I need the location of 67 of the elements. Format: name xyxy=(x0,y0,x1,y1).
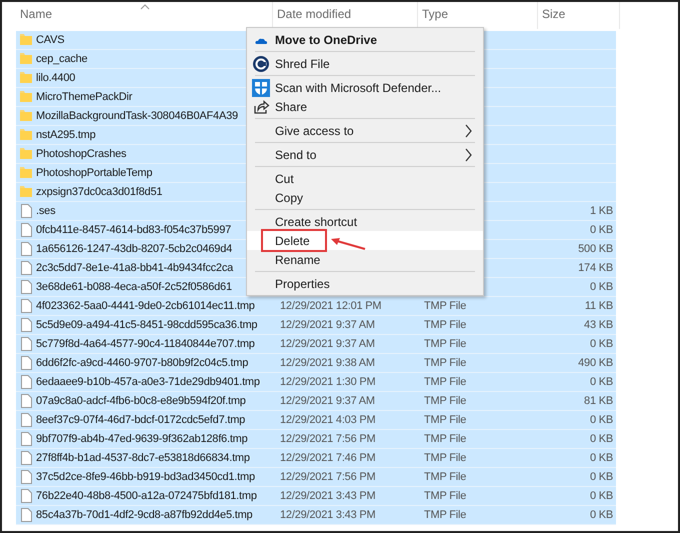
file-name: 6dd6f2fc-a9cd-4460-9707-b80b9f2c04c5.tmp xyxy=(36,357,248,369)
date-modified: 12/29/2021 9:37 AM xyxy=(280,395,375,407)
date-modified: 12/29/2021 9:38 AM xyxy=(280,357,375,369)
file-size: 0 KB xyxy=(590,281,613,293)
file-type: TMP File xyxy=(424,490,466,502)
file-type: TMP File xyxy=(424,395,466,407)
file-name: nstA295.tmp xyxy=(36,129,96,141)
file-size: 11 KB xyxy=(584,300,613,312)
file-size: 0 KB xyxy=(590,509,613,521)
file-name: 37c5d2ce-8fe9-46bb-b919-bd3ad3450cd1.tmp xyxy=(36,471,255,483)
file-name: 5c5d9e09-a494-41c5-8451-98cdd595ca36.tmp xyxy=(36,319,258,331)
date-modified: 12/29/2021 4:03 PM xyxy=(280,414,376,426)
file-name: PhotoshopPortableTemp xyxy=(36,167,152,179)
file-name: 1a656126-1247-43db-8207-5cb2c0469d4 xyxy=(36,243,232,255)
file-type: TMP File xyxy=(424,319,466,331)
file-name: 07a9c8a0-adcf-4fb6-b0c8-e8e9b594f20f.tmp xyxy=(36,395,246,407)
file-name: 8eef37c9-07f4-46d7-bdcf-0172cdc5efd7.tmp xyxy=(36,414,246,426)
file-name: lilo.4400 xyxy=(36,72,76,84)
file-size: 1 KB xyxy=(590,205,613,217)
file-type: TMP File xyxy=(424,509,466,521)
file-name: 27f8ff4b-b1ad-4537-8dc7-e53818d66834.tmp xyxy=(36,452,250,464)
date-modified: 12/29/2021 7:56 PM xyxy=(280,471,376,483)
file-type: TMP File xyxy=(424,433,466,445)
file-name: PhotoshopCrashes xyxy=(36,148,126,160)
file-size: 0 KB xyxy=(590,471,613,483)
date-modified: 12/29/2021 7:56 PM xyxy=(280,433,376,445)
date-modified: 12/29/2021 7:46 PM xyxy=(280,452,376,464)
file-name: 6edaaee9-b10b-457a-a0e3-71de29db9401.tmp xyxy=(36,376,260,388)
file-size: 0 KB xyxy=(590,338,613,350)
file-name: zxpsign37dc0ca3d01f8d51 xyxy=(36,186,162,198)
file-size: 0 KB xyxy=(590,376,613,388)
file-type: TMP File xyxy=(424,376,466,388)
file-size: 0 KB xyxy=(590,224,613,236)
file-name: 9bf707f9-ab4b-47ed-9639-9f362ab128f6.tmp xyxy=(36,433,248,445)
file-type: TMP File xyxy=(424,338,466,350)
date-modified: 12/29/2021 12:01 PM xyxy=(280,300,382,312)
file-type: TMP File xyxy=(424,452,466,464)
date-modified: 12/29/2021 1:30 PM xyxy=(280,376,376,388)
file-type: TMP File xyxy=(424,471,466,483)
date-modified: 12/29/2021 9:37 AM xyxy=(280,319,375,331)
file-size: 0 KB xyxy=(590,490,613,502)
file-type: TMP File xyxy=(424,414,466,426)
date-modified: 12/29/2021 9:37 AM xyxy=(280,338,375,350)
file-name: 85c4a37b-70d1-4df2-9cd8-a87fb92dd4e5.tmp xyxy=(36,509,252,521)
file-size: 490 KB xyxy=(578,357,613,369)
file-name: 0fcb411e-8457-4614-bd83-f054c37b5997 xyxy=(36,224,232,236)
file-name: 4f023362-5aa0-4441-9de0-2cb61014ec11.tmp xyxy=(36,300,255,312)
file-name: 2c3c5dd7-8e1e-41a8-bb41-4b9434fcc2ca xyxy=(36,262,234,274)
file-type: TMP File xyxy=(424,300,466,312)
file-name: .ses xyxy=(36,205,56,217)
file-size: 81 KB xyxy=(584,395,613,407)
file-size: 43 KB xyxy=(584,319,613,331)
file-name: 3e68de61-b088-4eca-a50f-2c52f0586d61 xyxy=(36,281,232,293)
file-name: CAVS xyxy=(36,34,64,46)
file-size: 0 KB xyxy=(590,452,613,464)
file-size: 174 KB xyxy=(578,262,613,274)
file-name: 76b22e40-48b8-4500-a12a-072475bfd181.tmp xyxy=(36,490,257,502)
file-size: 0 KB xyxy=(590,433,613,445)
file-name: 5c779f8d-4a64-4577-90c4-11840844e707.tmp xyxy=(36,338,255,350)
date-modified: 12/29/2021 3:43 PM xyxy=(280,509,376,521)
file-size: 500 KB xyxy=(578,243,613,255)
file-size: 0 KB xyxy=(590,414,613,426)
file-name: MicroThemePackDir xyxy=(36,91,132,103)
file-type: TMP File xyxy=(424,357,466,369)
file-name: MozillaBackgroundTask-308046B0AF4A39 xyxy=(36,110,238,122)
date-modified: 12/29/2021 3:43 PM xyxy=(280,490,376,502)
file-name: cep_cache xyxy=(36,53,88,65)
